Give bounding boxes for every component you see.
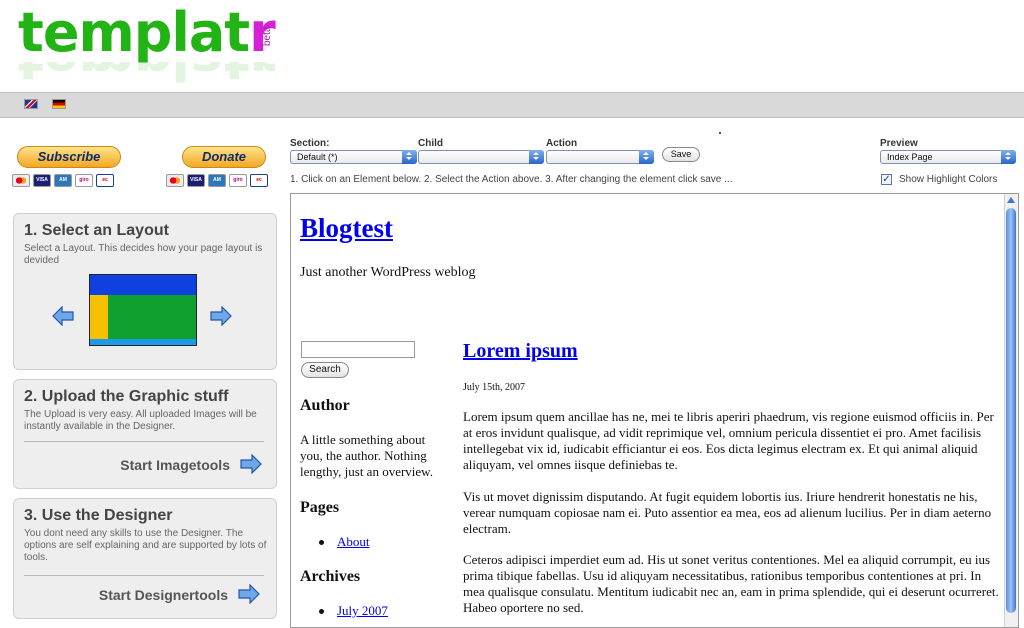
- arrow-right-icon[interactable]: [238, 584, 260, 604]
- blog-tagline: Just another WordPress weblog: [300, 265, 476, 280]
- start-imagetools-link[interactable]: Start Imagetools: [120, 457, 230, 473]
- preview-frame[interactable]: Blogtest Just another WordPress weblog S…: [290, 193, 1019, 628]
- step-title: 1. Select an Layout: [24, 222, 169, 239]
- layout-header-block: [90, 275, 196, 295]
- vertical-scrollbar[interactable]: [1004, 194, 1018, 627]
- arrow-right-icon[interactable]: [210, 306, 232, 326]
- post-paragraph: Ceteros adipisci imperdiet eum ad. His u…: [463, 552, 999, 615]
- post-paragraph: Vis ut movet dignissim disputando. At fu…: [463, 489, 992, 536]
- uk-flag-icon[interactable]: [24, 99, 38, 109]
- ec-icon: ec: [96, 174, 114, 187]
- author-text: A little something about you, the author…: [300, 432, 433, 479]
- step-title: 2. Upload the Graphic stuff: [24, 388, 229, 405]
- divider: [24, 575, 264, 576]
- german-flag-icon[interactable]: [52, 99, 66, 109]
- post-title-link[interactable]: Lorem ipsum: [463, 340, 578, 363]
- divider: [24, 441, 264, 442]
- bullet-icon: [319, 609, 324, 614]
- page-link-about[interactable]: About: [337, 534, 370, 550]
- header: templatr templatr beta: [0, 0, 1024, 92]
- bullet-icon: [319, 540, 324, 545]
- instructions-text: 1. Click on an Element below. 2. Select …: [290, 174, 733, 185]
- amex-icon: AM: [208, 174, 226, 187]
- arrow-right-icon[interactable]: [240, 454, 262, 474]
- child-select[interactable]: [418, 150, 544, 164]
- chevron-updown-icon: [1001, 150, 1016, 164]
- section-select-value: Default (*): [297, 152, 338, 162]
- layout-sidebar-block: [90, 295, 108, 339]
- mastercard-icon: [166, 174, 184, 187]
- preview-label: Preview: [880, 138, 918, 149]
- chevron-updown-icon: [529, 150, 544, 164]
- logo-wordmark: templatr: [18, 1, 276, 64]
- payment-methods: VISA AM giro ec: [12, 174, 114, 190]
- step-upload-panel: 2. Upload the Graphic stuff The Upload i…: [13, 379, 277, 489]
- action-label: Action: [546, 138, 578, 149]
- chevron-updown-icon: [639, 150, 654, 164]
- logo-reflection: templatr: [18, 62, 275, 90]
- blog-title-link[interactable]: Blogtest: [300, 213, 393, 244]
- author-heading: Author: [300, 397, 350, 414]
- child-label: Child: [418, 138, 443, 149]
- highlight-colors-checkbox[interactable]: ✓: [881, 174, 892, 185]
- giropay-icon: giro: [75, 174, 93, 187]
- highlight-colors-label[interactable]: Show Highlight Colors: [899, 174, 997, 185]
- save-button[interactable]: Save: [662, 147, 700, 162]
- step-description: The Upload is very easy. All uploaded Im…: [24, 409, 257, 432]
- section-label: Section:: [290, 138, 330, 149]
- scroll-up-arrow-icon[interactable]: [1006, 196, 1016, 204]
- step-description: You dont need any skills to use the Desi…: [24, 528, 267, 563]
- language-bar: [0, 92, 1024, 118]
- preview-select-value: Index Page: [887, 152, 933, 162]
- start-designertools-link[interactable]: Start Designertools: [99, 587, 228, 603]
- search-input[interactable]: [301, 341, 415, 358]
- step-title: 3. Use the Designer: [24, 507, 173, 524]
- layout-content-block: [108, 295, 196, 339]
- mastercard-icon: [12, 174, 30, 187]
- section-select[interactable]: Default (*): [290, 150, 417, 164]
- search-button[interactable]: Search: [301, 362, 349, 378]
- ec-icon: ec: [250, 174, 268, 187]
- archive-link-july-2007[interactable]: July 2007: [337, 603, 388, 619]
- stray-dot: [719, 132, 721, 134]
- chevron-updown-icon: [402, 150, 417, 164]
- step-select-layout-panel: 1. Select an Layout Select a Layout. Thi…: [13, 213, 277, 370]
- subscribe-button[interactable]: Subscribe: [17, 146, 121, 168]
- templatr-logo[interactable]: templatr templatr beta: [18, 1, 278, 91]
- visa-icon: VISA: [187, 174, 205, 187]
- layout-preview[interactable]: [89, 274, 197, 346]
- post-date: July 15th, 2007: [463, 382, 525, 393]
- arrow-left-icon[interactable]: [52, 306, 74, 326]
- giropay-icon: giro: [229, 174, 247, 187]
- beta-badge: beta: [262, 26, 273, 46]
- archives-heading: Archives: [300, 568, 361, 585]
- amex-icon: AM: [54, 174, 72, 187]
- layout-footer-block: [90, 339, 196, 345]
- visa-icon: VISA: [33, 174, 51, 187]
- scrollbar-thumb[interactable]: [1006, 208, 1016, 613]
- pages-heading: Pages: [300, 499, 340, 516]
- step-designer-panel: 3. Use the Designer You dont need any sk…: [13, 498, 277, 619]
- step-description: Select a Layout. This decides how your p…: [24, 243, 263, 266]
- preview-select[interactable]: Index Page: [880, 150, 1016, 164]
- post-paragraph: Lorem ipsum quem ancillae has ne, mei te…: [463, 409, 994, 472]
- payment-methods: VISA AM giro ec: [166, 174, 268, 190]
- donate-button[interactable]: Donate: [182, 146, 266, 168]
- action-select[interactable]: [546, 150, 654, 164]
